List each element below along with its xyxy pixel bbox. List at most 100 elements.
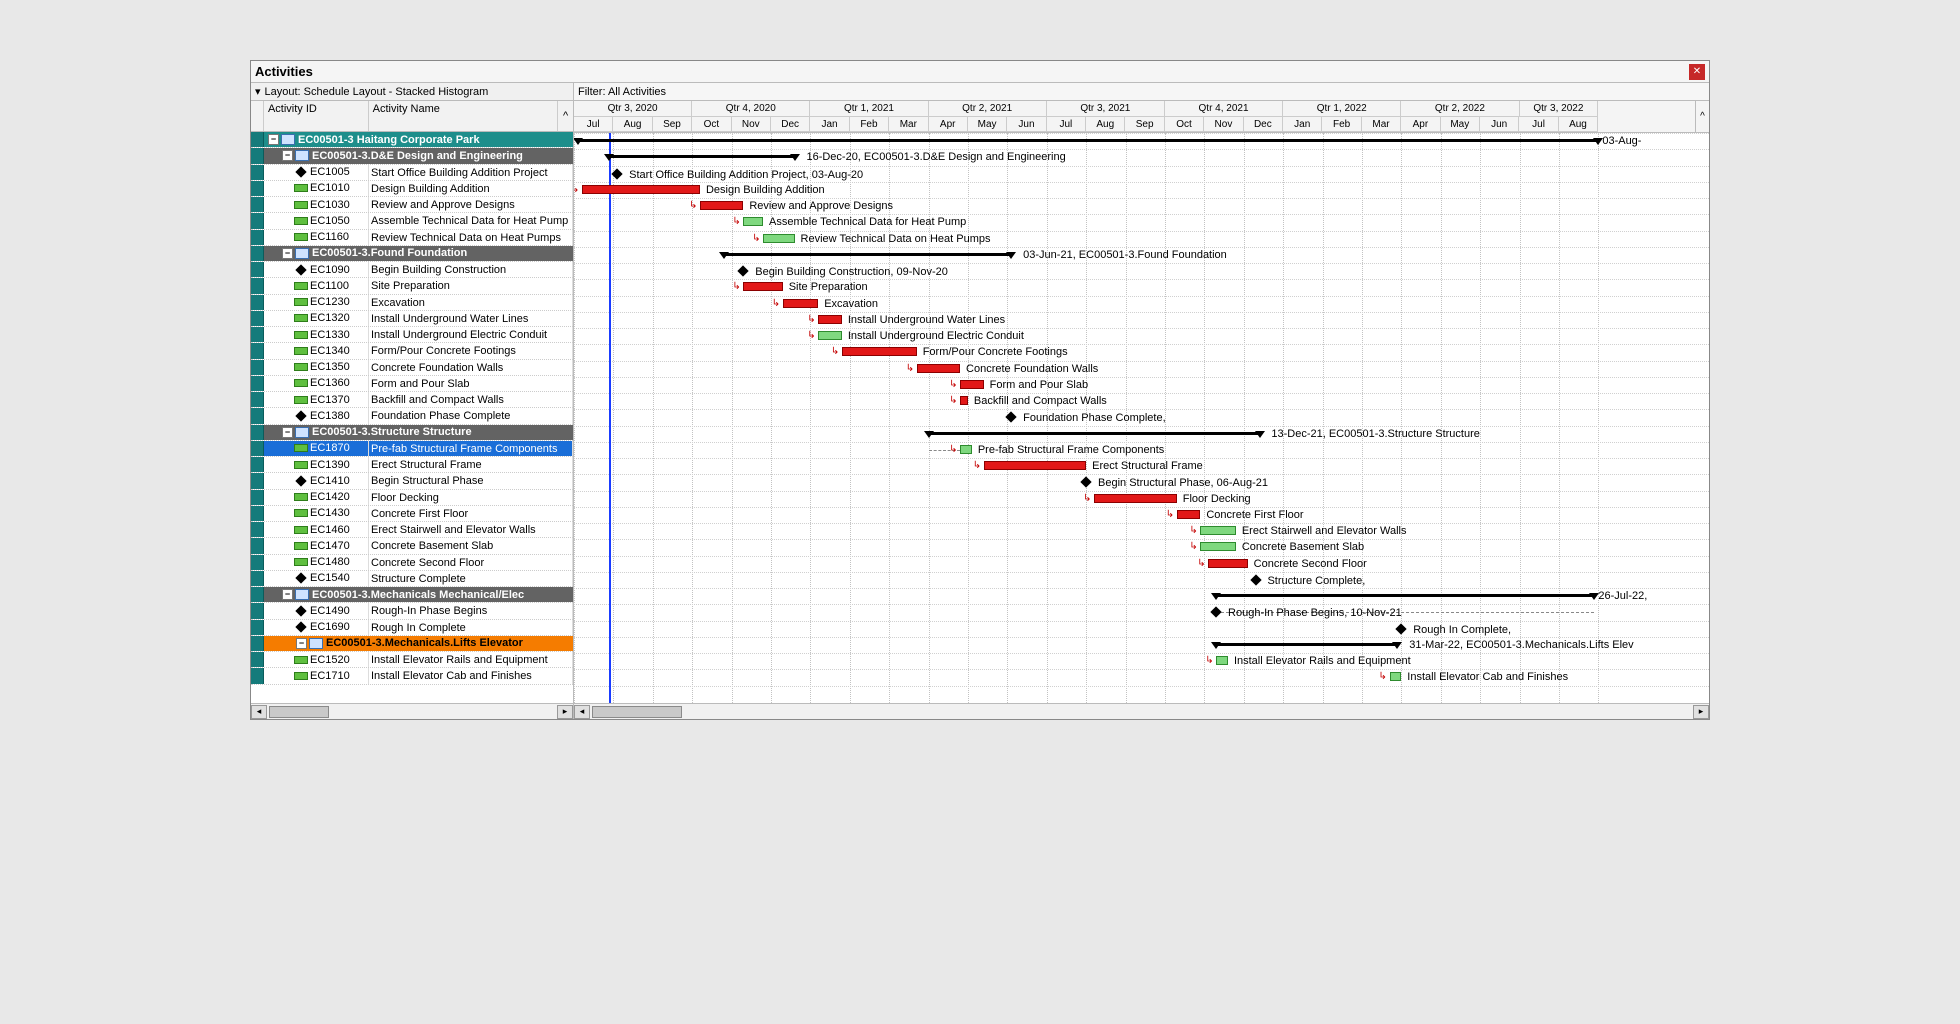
wbs-row[interactable]: −EC00501-3.Structure Structure xyxy=(251,425,573,441)
activity-id: EC1420 xyxy=(310,489,350,505)
summary-bar[interactable] xyxy=(724,253,1012,256)
gantt-bar[interactable] xyxy=(1200,542,1235,551)
gantt-bar[interactable] xyxy=(763,234,795,243)
activity-id: EC1430 xyxy=(310,505,350,521)
relationship-arrow: ↳ xyxy=(1197,559,1205,569)
gantt-bar[interactable] xyxy=(1390,672,1402,681)
col-activity-id[interactable]: Activity ID xyxy=(264,101,369,131)
activity-row[interactable]: EC1690Rough In Complete xyxy=(251,620,573,636)
gantt-bar[interactable] xyxy=(1177,510,1201,519)
activity-id: EC1370 xyxy=(310,392,350,408)
summary-bar[interactable] xyxy=(609,155,794,158)
layout-dropdown[interactable]: ▾ Layout: Schedule Layout - Stacked Hist… xyxy=(251,84,573,99)
timescale-header[interactable]: Qtr 3, 2020Qtr 4, 2020Qtr 1, 2021Qtr 2, … xyxy=(574,101,1709,133)
gantt-bar[interactable] xyxy=(917,364,960,373)
summary-bar[interactable] xyxy=(578,139,1598,142)
collapse-icon[interactable]: − xyxy=(282,248,293,259)
activity-icon xyxy=(294,656,308,664)
activity-row[interactable]: EC1370Backfill and Compact Walls xyxy=(251,392,573,408)
gantt-bar[interactable] xyxy=(818,315,842,324)
quarter-cell: Qtr 3, 2021 xyxy=(1047,101,1165,117)
gantt-bar[interactable] xyxy=(1208,559,1247,568)
activity-row[interactable]: EC1030Review and Approve Designs xyxy=(251,197,573,213)
gantt-bar[interactable] xyxy=(700,201,743,210)
activity-name: Install Elevator Rails and Equipment xyxy=(369,652,573,667)
activity-row[interactable]: EC1010Design Building Addition xyxy=(251,181,573,197)
gantt-bar[interactable] xyxy=(960,445,972,454)
activity-row[interactable]: EC1320Install Underground Water Lines xyxy=(251,311,573,327)
activity-row[interactable]: EC1350Concrete Foundation Walls xyxy=(251,360,573,376)
gantt-bar[interactable] xyxy=(1094,494,1177,503)
gantt-bar[interactable] xyxy=(1200,526,1235,535)
wbs-row[interactable]: −EC00501-3 Haitang Corporate Park xyxy=(251,132,573,148)
h-scrollbar-left[interactable]: ◂ ▸ xyxy=(251,703,573,719)
folder-icon xyxy=(295,248,309,259)
gantt-bar[interactable] xyxy=(743,217,763,226)
scroll-up-icon[interactable]: ^ xyxy=(1695,101,1709,132)
collapse-icon[interactable]: − xyxy=(282,427,293,438)
gantt-bar[interactable] xyxy=(984,461,1086,470)
activity-id: EC1540 xyxy=(310,570,350,586)
gantt-bar[interactable] xyxy=(783,299,818,308)
activity-row[interactable]: EC1100Site Preparation xyxy=(251,278,573,294)
activity-id: EC1350 xyxy=(310,359,350,375)
gantt-bar[interactable] xyxy=(743,282,782,291)
activity-row[interactable]: EC1420Floor Decking xyxy=(251,490,573,506)
activity-row[interactable]: EC1710Install Elevator Cab and Finishes xyxy=(251,668,573,684)
activity-icon xyxy=(294,314,308,322)
activity-name: Erect Stairwell and Elevator Walls xyxy=(369,522,573,537)
milestone-icon xyxy=(295,475,306,486)
wbs-row[interactable]: −EC00501-3.Mechanicals Mechanical/Elec xyxy=(251,587,573,603)
activity-row[interactable]: EC1520Install Elevator Rails and Equipme… xyxy=(251,652,573,668)
activity-row[interactable]: EC1470Concrete Basement Slab xyxy=(251,538,573,554)
activity-icon xyxy=(294,379,308,387)
activity-id: EC1230 xyxy=(310,294,350,310)
gantt-bar[interactable] xyxy=(818,331,842,340)
relationship-arrow: ↳ xyxy=(732,217,740,227)
gantt-bar[interactable] xyxy=(960,396,968,405)
gantt-bar[interactable] xyxy=(582,185,700,194)
activity-row[interactable]: EC1005Start Office Building Addition Pro… xyxy=(251,165,573,181)
wbs-row[interactable]: −EC00501-3.D&E Design and Engineering xyxy=(251,148,573,164)
activity-row[interactable]: EC1480Concrete Second Floor xyxy=(251,555,573,571)
activity-name: Begin Structural Phase xyxy=(369,473,573,488)
summary-bar[interactable] xyxy=(929,432,1260,435)
bar-label: Rough-In Phase Begins, 10-Nov-21 xyxy=(1228,607,1402,619)
activity-row[interactable]: EC1460Erect Stairwell and Elevator Walls xyxy=(251,522,573,538)
relationship-arrow: ↳ xyxy=(1189,526,1197,536)
collapse-icon[interactable]: − xyxy=(282,150,293,161)
gantt-chart[interactable]: 03-Aug-16-Dec-20, EC00501-3.D&E Design a… xyxy=(574,133,1709,703)
activity-row[interactable]: EC1050Assemble Technical Data for Heat P… xyxy=(251,213,573,229)
activity-row[interactable]: EC1410Begin Structural Phase xyxy=(251,473,573,489)
relationship-arrow: ↳ xyxy=(807,331,815,341)
gantt-bar[interactable] xyxy=(960,380,984,389)
activity-row[interactable]: EC1870Pre-fab Structural Frame Component… xyxy=(251,441,573,457)
bar-label: Concrete Second Floor xyxy=(1254,558,1367,570)
col-activity-name[interactable]: Activity Name xyxy=(369,101,558,131)
activity-row[interactable]: EC1540Structure Complete xyxy=(251,571,573,587)
collapse-icon[interactable]: − xyxy=(296,638,307,649)
activity-row[interactable]: EC1360Form and Pour Slab xyxy=(251,376,573,392)
activity-row[interactable]: EC1340Form/Pour Concrete Footings xyxy=(251,343,573,359)
activity-row[interactable]: EC1230Excavation xyxy=(251,295,573,311)
activity-row[interactable]: EC1390Erect Structural Frame xyxy=(251,457,573,473)
activity-row[interactable]: EC1430Concrete First Floor xyxy=(251,506,573,522)
h-scrollbar-right[interactable]: ◂ ▸ xyxy=(574,703,1709,719)
activity-row[interactable]: EC1090Begin Building Construction xyxy=(251,262,573,278)
wbs-row[interactable]: −EC00501-3.Mechanicals.Lifts Elevator xyxy=(251,636,573,652)
activity-row[interactable]: EC1330Install Underground Electric Condu… xyxy=(251,327,573,343)
collapse-icon[interactable]: − xyxy=(268,134,279,145)
close-button[interactable]: ✕ xyxy=(1689,64,1705,80)
wbs-row[interactable]: −EC00501-3.Found Foundation xyxy=(251,246,573,262)
activity-row[interactable]: EC1380Foundation Phase Complete xyxy=(251,408,573,424)
gantt-bar[interactable] xyxy=(1216,656,1228,665)
activity-row[interactable]: EC1160Review Technical Data on Heat Pump… xyxy=(251,230,573,246)
activity-row[interactable]: EC1490Rough-In Phase Begins xyxy=(251,603,573,619)
activity-id: EC1100 xyxy=(310,278,349,294)
activity-table: Activity ID Activity Name ^ −EC00501-3 H… xyxy=(251,101,574,719)
summary-bar[interactable] xyxy=(1216,594,1594,597)
collapse-icon[interactable]: − xyxy=(282,589,293,600)
scroll-up-icon[interactable]: ^ xyxy=(558,101,573,131)
gantt-bar[interactable] xyxy=(842,347,917,356)
summary-bar[interactable] xyxy=(1216,643,1397,646)
